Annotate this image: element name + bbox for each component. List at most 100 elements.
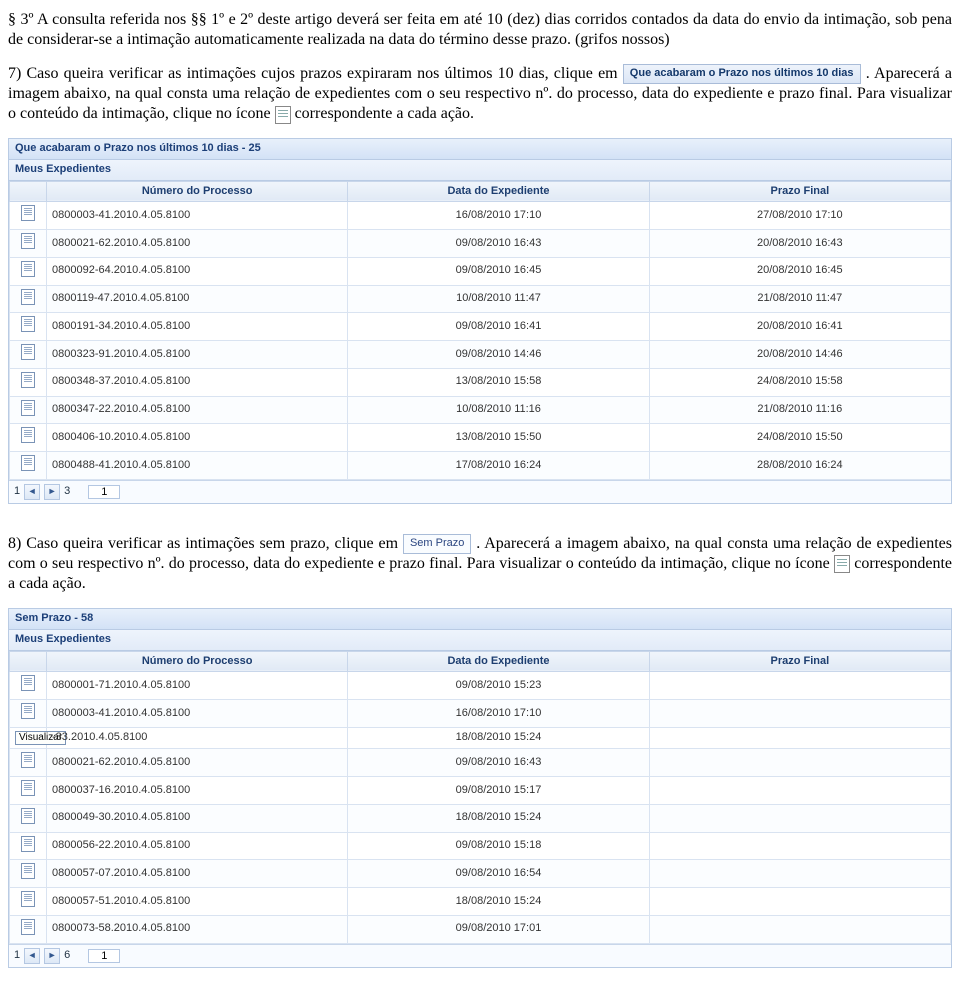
table-row: 0800057-07.2010.4.05.810009/08/2010 16:5…: [10, 860, 951, 888]
table-row: 0800347-22.2010.4.05.810010/08/2010 11:1…: [10, 396, 951, 424]
document-icon: [21, 891, 35, 907]
visualizar-cell[interactable]: [10, 257, 47, 285]
visualizar-cell[interactable]: [10, 368, 47, 396]
cell-data: 10/08/2010 11:16: [348, 396, 649, 424]
cell-prazo: [649, 860, 950, 888]
column-header: Número do Processo: [47, 651, 348, 672]
cell-processo: 0800406-10.2010.4.05.8100: [47, 424, 348, 452]
link-sem-prazo[interactable]: Sem Prazo: [403, 534, 471, 554]
visualizar-cell[interactable]: [10, 888, 47, 916]
document-icon: [21, 808, 35, 824]
visualizar-cell[interactable]: [10, 285, 47, 313]
cell-processo: 0800037-16.2010.4.05.8100: [47, 777, 348, 805]
visualizar-cell[interactable]: [10, 860, 47, 888]
cell-prazo: 24/08/2010 15:50: [649, 424, 950, 452]
visualizar-cell[interactable]: [10, 230, 47, 258]
visualizar-cell[interactable]: [10, 804, 47, 832]
visualizar-cell[interactable]: [10, 700, 47, 728]
cell-prazo: 21/08/2010 11:16: [649, 396, 950, 424]
panel-sem-prazo: Sem Prazo - 58 Meus Expedientes Número d…: [8, 608, 952, 968]
cell-processo: 0800057-07.2010.4.05.8100: [47, 860, 348, 888]
cell-data: 16/08/2010 17:10: [348, 202, 649, 230]
cell-data: 09/08/2010 16:43: [348, 230, 649, 258]
table-expired: Número do ProcessoData do ExpedientePraz…: [9, 181, 951, 480]
cell-data: 10/08/2010 11:47: [348, 285, 649, 313]
visualizar-cell[interactable]: [10, 915, 47, 943]
cell-processo: 0800348-37.2010.4.05.8100: [47, 368, 348, 396]
document-icon: [21, 703, 35, 719]
cell-processo: 0800056-22.2010.4.05.8100: [47, 832, 348, 860]
cell-prazo: [649, 804, 950, 832]
visualizar-icon: [275, 106, 291, 124]
cell-prazo: 20/08/2010 14:46: [649, 341, 950, 369]
cell-prazo: [649, 749, 950, 777]
cell-processo: 0800021-62.2010.4.05.8100: [47, 230, 348, 258]
pager-b-input[interactable]: [88, 949, 120, 963]
cell-data: 09/08/2010 17:01: [348, 915, 649, 943]
cell-processo: 0800049-30.2010.4.05.8100: [47, 804, 348, 832]
cell-data: 13/08/2010 15:50: [348, 424, 649, 452]
table-row: 0800348-37.2010.4.05.810013/08/2010 15:5…: [10, 368, 951, 396]
pager-a-total: 3: [64, 485, 70, 499]
cell-prazo: [649, 888, 950, 916]
visualizar-cell[interactable]: [10, 452, 47, 480]
visualizar-cell[interactable]: [10, 341, 47, 369]
cell-data: 13/08/2010 15:58: [348, 368, 649, 396]
table-row: 0800037-16.2010.4.05.810009/08/2010 15:1…: [10, 777, 951, 805]
visualizar-icon: [834, 555, 850, 573]
pager-a-input[interactable]: [88, 485, 120, 499]
visualizar-cell[interactable]: [10, 202, 47, 230]
document-icon: [21, 836, 35, 852]
cell-data: 09/08/2010 16:45: [348, 257, 649, 285]
table-row: 0800021-62.2010.4.05.810009/08/2010 16:4…: [10, 230, 951, 258]
visualizar-cell[interactable]: [10, 832, 47, 860]
visualizar-cell[interactable]: [10, 396, 47, 424]
pager-a-current: 1: [14, 485, 20, 499]
column-header: Prazo Final: [649, 651, 950, 672]
visualizar-cell[interactable]: [10, 777, 47, 805]
para7-text-a: 7) Caso queira verificar as intimações c…: [8, 65, 623, 82]
cell-prazo: [649, 700, 950, 728]
pager-b-prev[interactable]: ◄: [24, 948, 40, 964]
table-row: 0800021-62.2010.4.05.810009/08/2010 16:4…: [10, 749, 951, 777]
table-row: 0800003-41.2010.4.05.810016/08/2010 17:1…: [10, 202, 951, 230]
document-icon: [21, 919, 35, 935]
cell-data: 16/08/2010 17:10: [348, 700, 649, 728]
cell-processo: 0800488-41.2010.4.05.8100: [47, 452, 348, 480]
document-icon: [21, 675, 35, 691]
table-row: 0800057-51.2010.4.05.810018/08/2010 15:2…: [10, 888, 951, 916]
paragraph-8: 8) Caso queira verificar as intimações s…: [8, 534, 952, 594]
visualizar-cell[interactable]: [10, 749, 47, 777]
cell-prazo: [649, 832, 950, 860]
cell-prazo: 28/08/2010 16:24: [649, 452, 950, 480]
document-icon: [21, 455, 35, 471]
table-row: 0800488-41.2010.4.05.810017/08/2010 16:2…: [10, 452, 951, 480]
pager-b: 1 ◄ ► 6: [9, 944, 951, 967]
document-icon: [21, 400, 35, 416]
document-icon: [21, 261, 35, 277]
document-icon: [21, 372, 35, 388]
cell-processo: 0800347-22.2010.4.05.8100: [47, 396, 348, 424]
pager-b-total: 6: [64, 949, 70, 963]
pager-a-next[interactable]: ►: [44, 484, 60, 500]
pager-a-prev[interactable]: ◄: [24, 484, 40, 500]
cell-processo: 0800003-41.2010.4.05.8100: [47, 700, 348, 728]
cell-data: 18/08/2010 15:24: [348, 804, 649, 832]
panel-a-subtitle: Meus Expedientes: [9, 160, 951, 181]
cell-data: 09/08/2010 15:23: [348, 672, 649, 700]
visualizar-cell[interactable]: [10, 424, 47, 452]
document-icon: [21, 427, 35, 443]
document-icon: [21, 752, 35, 768]
pager-b-next[interactable]: ►: [44, 948, 60, 964]
table-row: 0800073-58.2010.4.05.810009/08/2010 17:0…: [10, 915, 951, 943]
document-icon: [21, 233, 35, 249]
link-prazo-10dias[interactable]: Que acabaram o Prazo nos últimos 10 dias: [623, 64, 861, 84]
visualizar-cell[interactable]: [10, 313, 47, 341]
visualizar-cell[interactable]: [10, 672, 47, 700]
paragraph-7: 7) Caso queira verificar as intimações c…: [8, 64, 952, 124]
table-row: Visualizar-33.2010.4.05.810018/08/2010 1…: [10, 727, 951, 749]
cell-data: 18/08/2010 15:24: [348, 727, 649, 749]
cell-data: 09/08/2010 14:46: [348, 341, 649, 369]
pager-b-current: 1: [14, 949, 20, 963]
visualizar-cell[interactable]: Visualizar: [10, 727, 47, 749]
